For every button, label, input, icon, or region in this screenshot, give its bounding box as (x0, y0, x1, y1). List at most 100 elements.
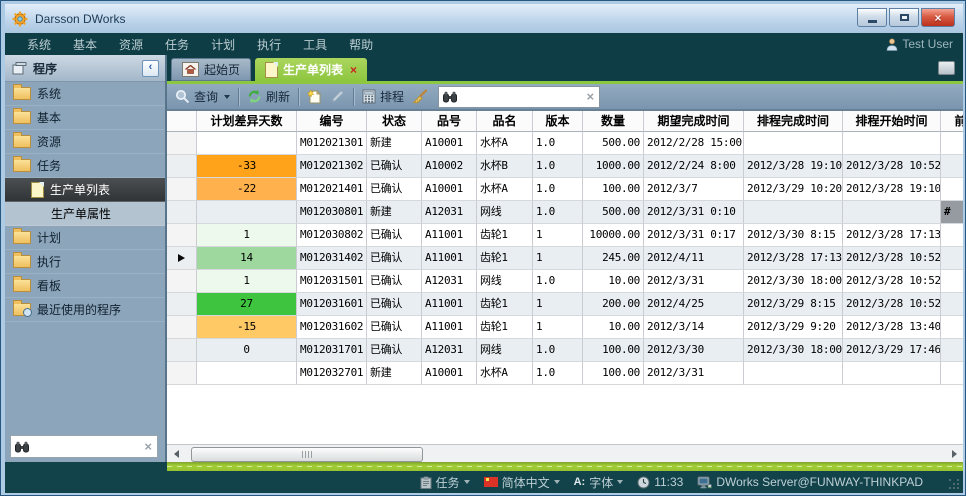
horizontal-scrollbar[interactable] (167, 444, 963, 462)
cell-pn[interactable]: A12031 (422, 201, 477, 224)
tab-close-icon[interactable]: × (350, 63, 357, 77)
cell-diff[interactable]: 27 (197, 293, 297, 316)
cell-rowhdr[interactable] (167, 247, 197, 270)
cell-extra[interactable] (941, 224, 963, 247)
edit-button[interactable] (326, 86, 349, 108)
cell-expect[interactable]: 2012/3/14 (644, 316, 744, 339)
menu-item-4[interactable]: 计划 (211, 36, 235, 53)
menu-item-1[interactable]: 基本 (73, 36, 97, 53)
cell-code[interactable]: M012031501 (297, 270, 367, 293)
clock-indicator[interactable]: 11:33 (637, 475, 683, 489)
sidebar-item-9[interactable]: 最近使用的程序 (5, 298, 165, 322)
cell-status[interactable]: 已确认 (367, 339, 422, 362)
chevron-down-icon[interactable] (224, 95, 230, 99)
cell-pn[interactable]: A12031 (422, 339, 477, 362)
clear-search-icon[interactable]: × (586, 89, 594, 104)
cell-pname[interactable]: 水杯A (477, 362, 533, 385)
table-row[interactable]: M012021301新建A10001水杯A1.0500.002012/2/28 … (167, 132, 963, 155)
language-menu[interactable]: 简体中文 (484, 474, 560, 491)
cell-ver[interactable]: 1 (533, 224, 583, 247)
cell-extra[interactable]: # (941, 201, 963, 224)
cell-schedStart[interactable]: 2012/3/28 10:52 (843, 247, 941, 270)
cell-expect[interactable]: 2012/3/31 (644, 362, 744, 385)
maximize-button[interactable] (889, 8, 919, 27)
cell-qty[interactable]: 10.00 (583, 270, 644, 293)
clear-search-icon[interactable]: × (144, 439, 152, 454)
window-float-icon[interactable] (938, 61, 955, 75)
sidebar-item-5[interactable]: 生产单属性 (5, 202, 165, 226)
schedule-button[interactable]: 排程 (358, 86, 408, 108)
cell-pname[interactable]: 网线 (477, 339, 533, 362)
table-row[interactable]: -22M012021401已确认A10001水杯A1.0100.002012/3… (167, 178, 963, 201)
toolbar-search-input[interactable] (461, 88, 581, 106)
cell-schedStart[interactable] (843, 201, 941, 224)
cell-expect[interactable]: 2012/3/31 0:10 (644, 201, 744, 224)
cell-schedStart[interactable]: 2012/3/28 10:52 (843, 270, 941, 293)
cell-extra[interactable] (941, 247, 963, 270)
cell-schedEnd[interactable] (744, 362, 843, 385)
cell-schedStart[interactable]: 2012/3/28 10:52 (843, 155, 941, 178)
cell-ver[interactable]: 1.0 (533, 270, 583, 293)
table-row[interactable]: 1M012030802已确认A11001齿轮1110000.002012/3/3… (167, 224, 963, 247)
cell-expect[interactable]: 2012/3/30 (644, 339, 744, 362)
cell-status[interactable]: 已确认 (367, 178, 422, 201)
cell-rowhdr[interactable] (167, 201, 197, 224)
cell-diff[interactable]: 14 (197, 247, 297, 270)
cell-expect[interactable]: 2012/3/31 0:17 (644, 224, 744, 247)
grid-header-diff[interactable]: 计划差异天数 (197, 111, 297, 132)
cell-rowhdr[interactable] (167, 316, 197, 339)
cell-pn[interactable]: A11001 (422, 224, 477, 247)
cell-pname[interactable]: 水杯B (477, 155, 533, 178)
cell-ver[interactable]: 1 (533, 293, 583, 316)
cell-status[interactable]: 已确认 (367, 155, 422, 178)
cell-pn[interactable]: A11001 (422, 293, 477, 316)
cell-pname[interactable]: 水杯A (477, 178, 533, 201)
grid-header-ver[interactable]: 版本 (533, 111, 583, 132)
user-indicator[interactable]: Test User (886, 37, 953, 51)
cell-code[interactable]: M012030802 (297, 224, 367, 247)
cell-rowhdr[interactable] (167, 178, 197, 201)
cell-rowhdr[interactable] (167, 339, 197, 362)
cell-schedEnd[interactable]: 2012/3/28 17:13 (744, 247, 843, 270)
cell-qty[interactable]: 500.00 (583, 201, 644, 224)
cell-extra[interactable] (941, 362, 963, 385)
cell-status[interactable]: 新建 (367, 362, 422, 385)
grid-header-pn[interactable]: 品号 (422, 111, 477, 132)
cell-schedStart[interactable]: 2012/3/29 17:46 (843, 339, 941, 362)
sidebar-item-3[interactable]: 任务 (5, 154, 165, 178)
table-row[interactable]: -15M012031602已确认A11001齿轮1110.002012/3/14… (167, 316, 963, 339)
cell-schedStart[interactable] (843, 132, 941, 155)
cell-code[interactable]: M012021302 (297, 155, 367, 178)
grid-header-code[interactable]: 编号 (297, 111, 367, 132)
cell-status[interactable]: 已确认 (367, 247, 422, 270)
cell-diff[interactable]: 1 (197, 270, 297, 293)
cell-extra[interactable] (941, 132, 963, 155)
cell-qty[interactable]: 10000.00 (583, 224, 644, 247)
sidebar-item-8[interactable]: 看板 (5, 274, 165, 298)
cell-schedEnd[interactable]: 2012/3/29 9:20 (744, 316, 843, 339)
cell-schedStart[interactable]: 2012/3/28 13:40 (843, 316, 941, 339)
cell-qty[interactable]: 10.00 (583, 316, 644, 339)
cell-schedStart[interactable] (843, 362, 941, 385)
sidebar-search-box[interactable]: × (10, 435, 158, 458)
cell-ver[interactable]: 1.0 (533, 201, 583, 224)
cell-expect[interactable]: 2012/3/7 (644, 178, 744, 201)
cell-schedStart[interactable]: 2012/3/28 17:13 (843, 224, 941, 247)
grid-header-rowhdr[interactable] (167, 111, 197, 132)
grid-header-status[interactable]: 状态 (367, 111, 422, 132)
menu-item-5[interactable]: 执行 (257, 36, 281, 53)
cell-code[interactable]: M012021301 (297, 132, 367, 155)
server-indicator[interactable]: DWorks Server@FUNWAY-THINKPAD (697, 475, 923, 489)
cell-pn[interactable]: A10001 (422, 178, 477, 201)
cell-status[interactable]: 已确认 (367, 293, 422, 316)
sidebar-item-0[interactable]: 系统 (5, 82, 165, 106)
cell-ver[interactable]: 1 (533, 247, 583, 270)
table-row[interactable]: 27M012031601已确认A11001齿轮11200.002012/4/25… (167, 293, 963, 316)
cell-schedEnd[interactable]: 2012/3/30 18:00 (744, 270, 843, 293)
grid-header-expect[interactable]: 期望完成时间 (644, 111, 744, 132)
sidebar-item-4[interactable]: 生产单列表 (5, 178, 165, 202)
table-row[interactable]: 14M012031402已确认A11001齿轮11245.002012/4/11… (167, 247, 963, 270)
grid-header-schedStart[interactable]: 排程开始时间 (843, 111, 941, 132)
cell-diff[interactable] (197, 201, 297, 224)
cell-schedEnd[interactable]: 2012/3/30 8:15 (744, 224, 843, 247)
